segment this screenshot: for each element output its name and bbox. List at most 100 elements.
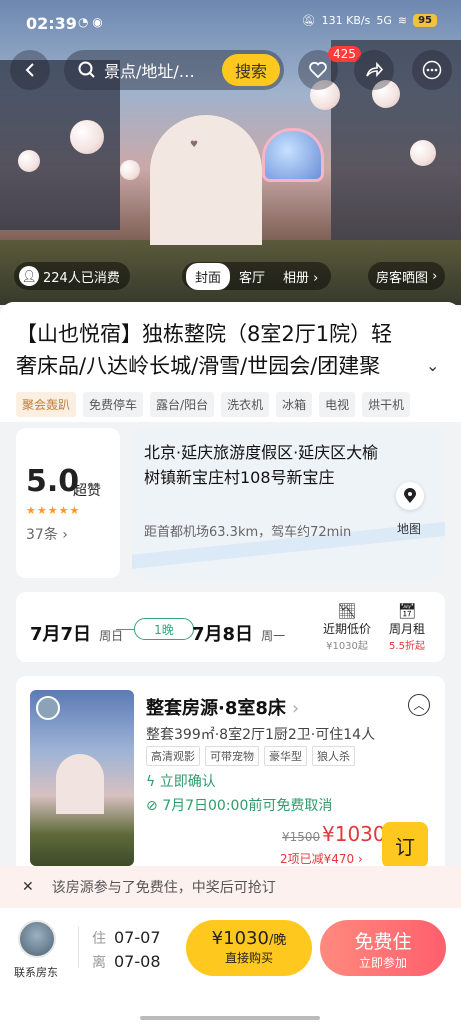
free-stay-button[interactable]: 免费住 立即参加 (320, 920, 446, 976)
net-speed: 131 KB/s (321, 14, 371, 27)
divider (78, 926, 79, 968)
buy-price: ¥1030 (211, 928, 269, 949)
checkin-date[interactable]: 7月7日 周日 (30, 620, 123, 646)
tab-album-label: 相册 (283, 270, 310, 286)
notification-icons: ◔ ◉ (78, 15, 103, 29)
tab-cover[interactable]: 封面 (186, 262, 231, 290)
status-time: 02:39 (26, 14, 77, 33)
distance-text: 距首都机场63.3km，驾车约72min (144, 525, 352, 540)
search-placeholder[interactable]: 景点/地址/… (104, 58, 222, 82)
buy-unit: /晚 (268, 933, 287, 948)
map-pin-icon[interactable] (396, 482, 424, 510)
rating-score: 5.0 (26, 464, 80, 499)
signal-indicator: 5G (376, 14, 392, 27)
book-button[interactable]: 订 (382, 822, 428, 868)
monthly-rent-label: 周月租 (388, 622, 425, 636)
checkin-weekday: 周日 (99, 629, 124, 643)
stay-checkin[interactable]: 住 07-07 (92, 928, 161, 948)
balloon (70, 120, 104, 154)
instant-confirm: ϟ 立即确认 (146, 771, 216, 791)
amenity-tags: 聚会轰趴 免费停车 露台/阳台 洗衣机 冰箱 电视 烘干机 (16, 392, 411, 417)
room-tags: 高清观影 可带宠物 豪华型 狼人杀 (146, 746, 355, 766)
media-tabs: 封面 客厅 卧室 相册 › (182, 262, 332, 290)
back-arrow-icon (25, 63, 34, 77)
balloon (120, 160, 140, 180)
mute-icon: 🔕︎ (301, 14, 316, 27)
guest-photos-button[interactable]: 房客晒图 › (368, 262, 446, 290)
tab-album[interactable]: 相册 › (274, 263, 327, 290)
checkin-date-text: 7月7日 (30, 624, 92, 645)
recent-low-price[interactable]: 📉︎ 近期低价 ¥1030起 (316, 602, 378, 652)
recent-low-price-label: 近期低价 (322, 622, 371, 636)
balloon (18, 150, 40, 172)
amenity-tag: 冰箱 (276, 392, 313, 417)
instant-confirm-text: 立即确认 (159, 774, 216, 790)
room-tag: 豪华型 (264, 746, 307, 766)
amenity-tag: 洗衣机 (221, 392, 270, 417)
checkout-date[interactable]: 7月8日 周一 (192, 620, 285, 646)
close-icon[interactable]: ✕ (22, 879, 34, 895)
nights-badge: 1晚 (134, 618, 194, 640)
listing-title[interactable]: 【山也悦宿】独栋整院（8室2厅1院）轻 奢床品/八达岭长城/滑雪/世园会/团建聚 (16, 318, 416, 382)
original-price: ¥1500 (282, 830, 321, 844)
search-icon (78, 61, 95, 78)
map-label[interactable]: 地图 (397, 520, 421, 537)
search-button[interactable]: 搜索 (222, 54, 280, 86)
monthly-rent[interactable]: 📅︎ 周月租 5.5折起 (380, 602, 434, 652)
check-circle-icon: ⊘ (146, 798, 158, 814)
avatar[interactable] (18, 920, 56, 958)
user-icon: 👤︎ (19, 266, 39, 286)
consumed-count-text: 224人已消费 (43, 270, 120, 286)
amenity-tag: 露台/阳台 (150, 392, 215, 417)
share-icon (366, 61, 384, 78)
home-indicator[interactable] (140, 1016, 320, 1020)
date-card[interactable]: 7月7日 周日 1晚 7月8日 周一 📉︎ 近期低价 ¥1030起 📅︎ 周月租 5… (16, 592, 445, 662)
more-icon (422, 60, 442, 80)
photo-arch (56, 754, 104, 814)
recent-low-price-value: ¥1030起 (326, 641, 368, 652)
address-card[interactable]: 北京·延庆旅游度假区·延庆区大榆树镇新宝庄村108号新宝庄 距首都机场63.3k… (132, 428, 445, 578)
checkout-weekday: 周一 (261, 629, 286, 643)
free-cancel-text: 7月7日00:00前可免费取消 (162, 798, 333, 814)
share-button[interactable] (354, 50, 394, 90)
search-bar[interactable]: 景点/地址/… 搜索 (64, 50, 284, 90)
room-title[interactable]: 整套房源·8室8床 › (146, 694, 299, 720)
room-tag: 高清观影 (146, 746, 200, 766)
more-button[interactable] (412, 50, 452, 90)
host-avatar-small (36, 696, 60, 720)
room-card[interactable]: 整套房源·8室8床 › ︿ 整套399㎡·8室2厅1厨2卫·可住14人 高清观影 … (16, 676, 445, 876)
rating-label: 超赞 (73, 483, 101, 499)
contact-host-label[interactable]: 联系房东 (14, 964, 58, 980)
review-count-text: 37条 (26, 527, 58, 543)
rating-card[interactable]: 5.0 超赞 ★★★★★ 37条 › (16, 428, 120, 578)
stay-checkout[interactable]: 离 07-08 (92, 952, 161, 972)
checkin-short-date: 07-07 (114, 928, 161, 947)
amenity-tag: 聚会轰趴 (16, 392, 77, 417)
rating-stars: ★★★★★ (26, 504, 81, 517)
current-price: ¥1030 (322, 822, 386, 846)
collapse-icon[interactable]: ︿ (408, 694, 430, 716)
checkout-label: 离 (92, 955, 106, 971)
chevron-down-icon[interactable]: ⌄ (426, 356, 439, 375)
checkout-date-text: 7月8日 (192, 624, 254, 645)
bottom-bar: 联系房东 住 07-07 离 07-08 ¥1030/晚 直接购买 免费住 立即参加 (0, 908, 461, 1024)
consumed-count: 👤︎ 224人已消费 (14, 262, 130, 290)
checkin-label: 住 (92, 931, 106, 947)
listing-title-line1: 【山也悦宿】独栋整院（8室2厅1院）轻 (16, 322, 393, 346)
room-title-text: 整套房源·8室8床 (146, 698, 286, 719)
amenity-tag: 电视 (319, 392, 356, 417)
chevron-right-icon: › (291, 698, 300, 719)
review-count[interactable]: 37条 › (26, 524, 68, 544)
tab-living-room[interactable]: 客厅 (230, 263, 274, 290)
status-bar: 02:39 ◔ ◉ 🔕︎ 131 KB/s 5G ≋ 95 (0, 0, 461, 48)
room-photo[interactable] (30, 690, 134, 866)
wifi-icon: ≋ (397, 14, 408, 27)
balloon (410, 140, 436, 166)
chart-icon: 📉︎ (337, 602, 357, 620)
discount-info[interactable]: 2项已减¥470 › (280, 850, 363, 867)
arch-decoration: ♥ (190, 140, 200, 150)
buy-sub: 直接购买 (224, 951, 273, 965)
lightning-icon: ϟ (146, 774, 156, 790)
back-button[interactable] (10, 50, 50, 90)
buy-now-button[interactable]: ¥1030/晚 直接购买 (186, 920, 312, 976)
